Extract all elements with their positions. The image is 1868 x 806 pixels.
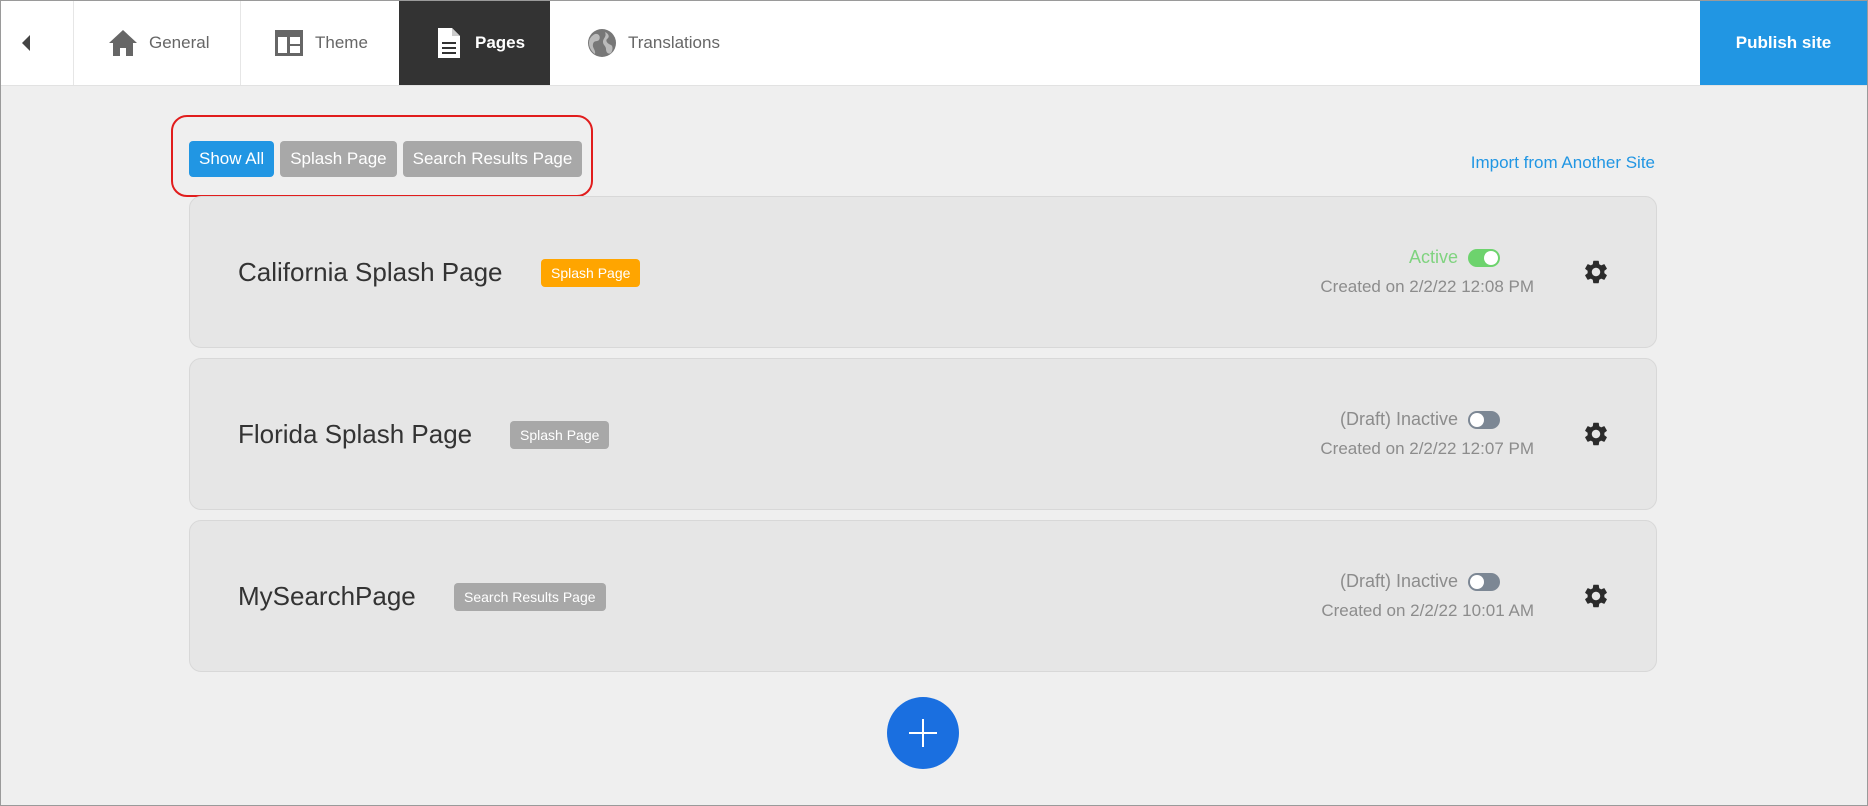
page-title: California Splash Page [238,256,503,287]
publish-site-button[interactable]: Publish site [1700,1,1867,85]
page-type-filters: Show All Splash Page Search Results Page [189,141,583,177]
back-button[interactable] [1,1,74,85]
created-date: Created on 2/2/22 12:07 PM [1320,439,1534,458]
layout-icon [273,27,305,59]
home-icon [107,27,139,59]
top-navigation: General Theme Pages Translations Publish… [1,1,1867,86]
tab-theme[interactable]: Theme [241,1,399,85]
tab-general-label: General [149,33,210,52]
globe-icon [586,27,618,59]
page-card[interactable]: Florida Splash Page Splash Page (Draft) … [189,358,1657,510]
document-icon [433,27,465,59]
tab-pages-label: Pages [475,33,526,52]
import-from-another-site-link[interactable]: Import from Another Site [1471,153,1655,173]
filter-show-all-button[interactable]: Show All [189,141,275,177]
created-date: Created on 2/2/22 12:08 PM [1320,277,1534,296]
active-toggle[interactable] [1468,410,1500,429]
plus-icon [909,719,937,747]
active-toggle[interactable] [1468,248,1500,267]
page-status: (Draft) Inactive [1340,409,1500,430]
page-status-label: Active [1408,247,1458,267]
tab-pages[interactable]: Pages [399,1,550,85]
page-type-badge: Search Results Page [454,583,606,611]
page-title: Florida Splash Page [238,418,473,449]
caret-left-icon [22,35,30,51]
created-date: Created on 2/2/22 10:01 AM [1321,601,1534,620]
page-status-label: (Draft) Inactive [1339,571,1458,591]
page-card[interactable]: California Splash Page Splash Page Activ… [189,196,1657,348]
page-type-badge: Splash Page [510,421,610,449]
tab-theme-label: Theme [315,33,368,52]
add-page-button[interactable] [887,697,959,769]
page-status-label: (Draft) Inactive [1339,409,1458,429]
tab-translations-label: Translations [628,33,720,52]
gear-icon[interactable] [1582,258,1610,286]
tab-translations[interactable]: Translations [550,1,750,85]
gear-icon[interactable] [1582,582,1610,610]
active-toggle[interactable] [1468,572,1500,591]
page-card[interactable]: MySearchPage Search Results Page (Draft)… [189,520,1657,672]
filter-splash-page-button[interactable]: Splash Page [280,141,397,177]
gear-icon[interactable] [1582,420,1610,448]
page-status: Active [1409,247,1500,268]
page-title: MySearchPage [238,580,416,611]
tab-general[interactable]: General [73,1,241,85]
filter-search-results-page-button[interactable]: Search Results Page [402,141,583,177]
page-status: (Draft) Inactive [1340,571,1500,592]
page-type-badge: Splash Page [541,259,641,287]
